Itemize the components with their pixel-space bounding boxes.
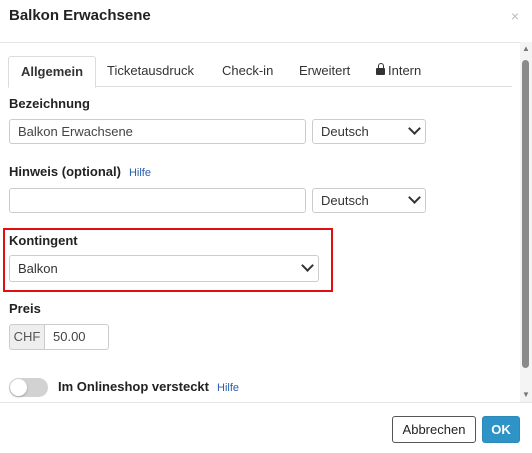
lock-icon — [376, 63, 385, 75]
bezeichnung-label: Bezeichnung — [9, 96, 90, 111]
dialog: Balkon Erwachsene × ▲ ▼ Allgemein Ticket… — [0, 0, 532, 453]
kontingent-select[interactable]: Balkon — [9, 255, 319, 282]
hinweis-label: Hinweis (optional) Hilfe — [9, 164, 151, 179]
preis-input[interactable]: 50.00 — [44, 324, 109, 350]
hinweis-help-link[interactable]: Hilfe — [129, 167, 151, 179]
dialog-title: Balkon Erwachsene — [9, 7, 151, 24]
hinweis-input[interactable] — [9, 188, 306, 213]
scrollbar-thumb[interactable] — [522, 60, 529, 368]
chevron-down-icon — [408, 191, 421, 204]
bezeichnung-input[interactable]: Balkon Erwachsene — [9, 119, 306, 144]
hinweis-language-value: Deutsch — [321, 193, 369, 208]
onlineshop-toggle[interactable] — [9, 378, 48, 397]
scroll-up-icon[interactable]: ▲ — [521, 44, 531, 54]
kontingent-label: Kontingent — [9, 233, 78, 248]
tab-check-in[interactable]: Check-in — [222, 56, 273, 86]
cancel-button[interactable]: Abbrechen — [392, 416, 476, 443]
currency-prefix: CHF — [9, 324, 44, 350]
tab-allgemein[interactable]: Allgemein — [8, 56, 96, 88]
dialog-footer: Abbrechen OK — [0, 402, 532, 453]
scrollbar[interactable]: ▲ ▼ — [520, 42, 532, 402]
onlineshop-help-link[interactable]: Hilfe — [217, 382, 239, 394]
tab-ticketausdruck[interactable]: Ticketausdruck — [107, 56, 194, 86]
ok-button[interactable]: OK — [482, 416, 520, 443]
chevron-down-icon — [408, 122, 421, 135]
toggle-knob — [10, 379, 27, 396]
preis-label: Preis — [9, 301, 41, 316]
scroll-down-icon[interactable]: ▼ — [521, 390, 531, 400]
close-icon[interactable]: × — [511, 8, 519, 24]
hinweis-language-select[interactable]: Deutsch — [312, 188, 426, 213]
onlineshop-label: Im Onlineshop versteckt Hilfe — [58, 379, 239, 394]
bezeichnung-language-value: Deutsch — [321, 124, 369, 139]
tab-bar: Allgemein Ticketausdruck Check-in Erweit… — [8, 56, 512, 88]
chevron-down-icon — [301, 259, 314, 272]
kontingent-value: Balkon — [18, 261, 58, 276]
tab-intern[interactable]: Intern — [376, 56, 421, 86]
hinweis-label-text: Hinweis (optional) — [9, 164, 121, 179]
dialog-header: Balkon Erwachsene × — [0, 0, 532, 43]
bezeichnung-language-select[interactable]: Deutsch — [312, 119, 426, 144]
onlineshop-label-text: Im Onlineshop versteckt — [58, 379, 209, 394]
tab-intern-label: Intern — [388, 63, 422, 78]
tab-erweitert[interactable]: Erweitert — [299, 56, 350, 86]
